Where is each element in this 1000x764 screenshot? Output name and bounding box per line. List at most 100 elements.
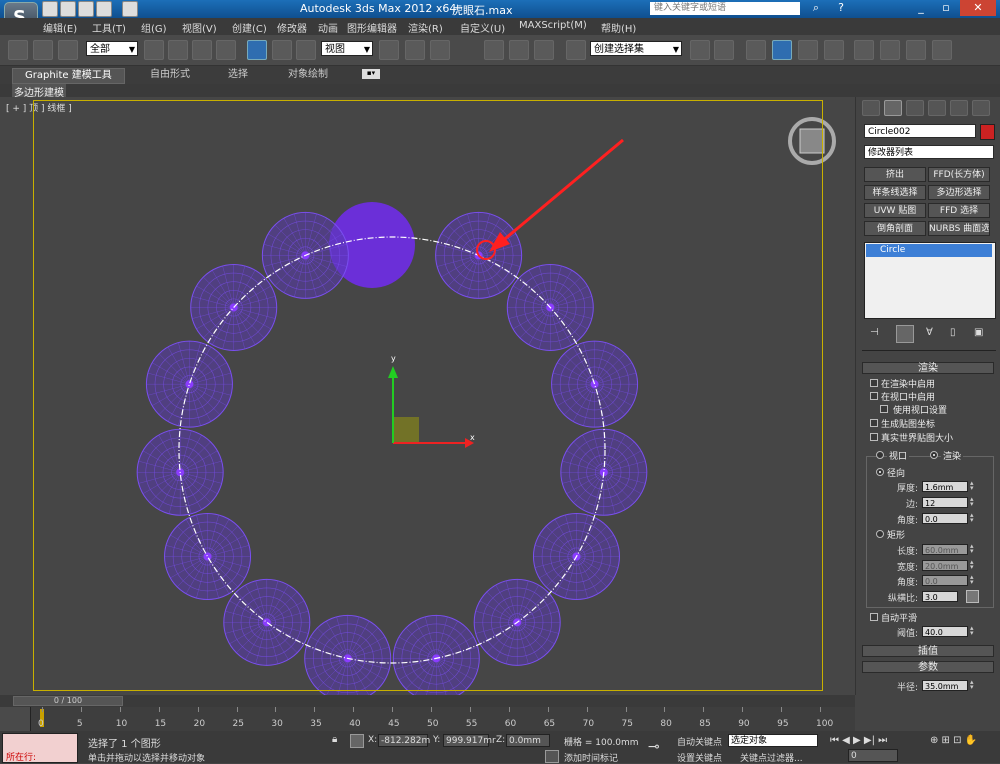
enable-in-renderer-checkbox[interactable] — [870, 379, 878, 387]
auto-key-button[interactable]: 自动关键点 — [677, 735, 722, 748]
spline-select-button[interactable]: 样条线选择 — [864, 185, 926, 200]
current-frame-field[interactable]: 0 — [848, 749, 898, 762]
object-color-swatch[interactable] — [980, 124, 995, 140]
angle2-field[interactable]: 0.0 — [922, 575, 968, 586]
modifier-stack[interactable]: Circle — [864, 242, 996, 319]
timeline-tick-label: 5 — [76, 719, 83, 729]
y-label: Y: — [433, 735, 441, 745]
show-end-result-icon[interactable] — [896, 325, 914, 343]
remove-modifier-icon[interactable]: ▯ — [950, 327, 956, 338]
enable-in-viewport-checkbox[interactable] — [870, 392, 878, 400]
track-bar[interactable]: 0 5 10 15 20 25 30 35 40 45 50 55 60 65 70 75 80 85 90 95 10… — [0, 707, 855, 731]
width-field[interactable]: 20.0mm — [922, 560, 968, 571]
uvw-map-button[interactable]: UVW 贴图 — [864, 203, 926, 218]
timeline-tick — [392, 707, 394, 712]
utilities-tab-icon[interactable] — [972, 100, 990, 116]
make-unique-icon[interactable]: ∀ — [926, 327, 933, 338]
timeline-tick-label: 45 — [388, 719, 400, 729]
thickness-spinner[interactable]: ▴ ▾ — [970, 480, 976, 492]
renderer-radio[interactable] — [930, 451, 938, 459]
aspect-field[interactable]: 3.0 — [922, 591, 958, 602]
restore-button[interactable]: ▫ — [935, 0, 957, 16]
motion-tab-icon[interactable] — [928, 100, 946, 116]
material-editor-icon[interactable] — [854, 40, 874, 60]
modifier-list-dropdown[interactable]: 修改器列表 — [864, 145, 994, 159]
real-world-checkbox[interactable] — [870, 433, 878, 441]
time-slider[interactable]: 0 / 100 — [0, 695, 855, 707]
hierarchy-tab-icon[interactable] — [906, 100, 924, 116]
width-spinner[interactable]: ▴ ▾ — [970, 559, 976, 571]
length-field[interactable]: 60.0mm — [922, 544, 968, 555]
bevel-profile-button[interactable]: 倒角剖面 — [864, 221, 926, 236]
ffd-select-button[interactable]: FFD 选择 — [928, 203, 990, 218]
y-coord-field[interactable]: 999.917mr — [443, 734, 496, 747]
aspect-lock-icon[interactable] — [966, 590, 979, 603]
timeline-tick — [547, 707, 549, 712]
z-coord-field[interactable]: 0.0mm — [506, 734, 550, 747]
sides-spinner[interactable]: ▴ ▾ — [970, 496, 976, 508]
create-tab-icon[interactable] — [862, 100, 880, 116]
rendering-rollout-header[interactable]: 渲染 — [862, 362, 994, 374]
timeline-tick — [508, 707, 510, 712]
object-name-field[interactable]: Circle002 — [864, 124, 976, 138]
angle-spinner[interactable]: ▴ ▾ — [970, 512, 976, 524]
set-key-button[interactable]: 设置关键点 — [677, 751, 722, 764]
threshold-field[interactable]: 40.0 — [922, 626, 968, 637]
rectangular-radio[interactable] — [876, 530, 884, 538]
absolute-mode-icon[interactable] — [350, 734, 364, 748]
rendered-frame-icon[interactable] — [906, 40, 926, 60]
radius-spinner[interactable]: ▴ ▾ — [970, 679, 976, 691]
time-slider-thumb[interactable]: 0 / 100 — [13, 696, 123, 706]
time-tag-icon[interactable] — [545, 750, 559, 763]
timeline-tick-label: 20 — [193, 719, 206, 729]
key-filter-dropdown[interactable]: 选定对象 — [728, 734, 818, 747]
add-time-tag-button[interactable]: 添加时间标记 — [564, 751, 618, 764]
timeline-tick-label: 35 — [310, 719, 322, 729]
close-button[interactable]: ✕ — [960, 0, 996, 16]
x-label: X: — [368, 735, 378, 745]
auto-smooth-checkbox[interactable] — [870, 613, 878, 621]
timeline-tick-label: 70 — [582, 719, 595, 729]
extrude-button[interactable]: 挤出 — [864, 167, 926, 182]
minimize-button[interactable]: _ — [910, 0, 932, 16]
aspect-label: 纵横比: — [887, 594, 918, 604]
nurbs-surface-select-button[interactable]: NURBS 曲面选择 — [928, 221, 990, 236]
key-filters-button[interactable]: 关键点过滤器... — [740, 751, 803, 764]
length-label: 长度: — [896, 547, 918, 557]
stack-item-circle[interactable]: Circle — [866, 244, 992, 257]
track-bar-menu-icon[interactable] — [0, 707, 31, 731]
render-setup-icon[interactable] — [880, 40, 900, 60]
playback-controls[interactable]: ⏮ ◀ ▶ ▶| ⏭ — [830, 735, 887, 746]
selection-lock-icon[interactable]: 🔒︎ — [332, 734, 337, 745]
gen-mapping-checkbox[interactable] — [870, 419, 878, 427]
radius-field[interactable]: 35.0mm — [922, 680, 968, 691]
thickness-field[interactable]: 1.6mm — [922, 481, 968, 492]
timeline-tick-label: 0 — [38, 719, 44, 729]
pin-stack-icon[interactable]: ⊣ — [870, 327, 882, 339]
angle-field[interactable]: 0.0 — [922, 513, 968, 524]
auto-smooth-label: 自动平滑 — [881, 614, 918, 624]
length-spinner[interactable]: ▴ ▾ — [970, 543, 976, 555]
modify-tab-icon[interactable] — [884, 100, 902, 116]
display-tab-icon[interactable] — [950, 100, 968, 116]
parameters-rollout-header[interactable]: 参数 — [862, 661, 994, 673]
viewport-frame — [33, 100, 823, 691]
configure-sets-icon[interactable]: ▣ — [974, 327, 983, 338]
x-coord-field[interactable]: -812.282m — [378, 734, 430, 747]
render-production-icon[interactable] — [932, 40, 952, 60]
viewport-radio[interactable] — [876, 451, 884, 459]
radius-label: 半径: — [896, 683, 918, 693]
use-viewport-settings-checkbox[interactable] — [880, 405, 888, 413]
sides-field[interactable]: 12 — [922, 497, 968, 508]
timeline-tick-label: 90 — [738, 719, 750, 729]
threshold-spinner[interactable]: ▴ ▾ — [970, 625, 976, 637]
poly-select-button[interactable]: 多边形选择 — [928, 185, 990, 200]
key-icon[interactable]: ⊸ — [648, 739, 660, 755]
maxscript-listener[interactable]: 所在行: — [2, 733, 78, 763]
angle2-spinner[interactable]: ▴ ▾ — [970, 574, 976, 586]
radial-radio[interactable] — [876, 468, 884, 476]
ffd-box-button[interactable]: FFD(长方体) — [928, 167, 990, 182]
interpolation-rollout-header[interactable]: 插值 — [862, 645, 994, 657]
viewport-nav-icons[interactable]: ⊕ ⊞ ⊡ ✋ — [930, 735, 977, 746]
timeline-tick-label: 15 — [154, 719, 167, 729]
